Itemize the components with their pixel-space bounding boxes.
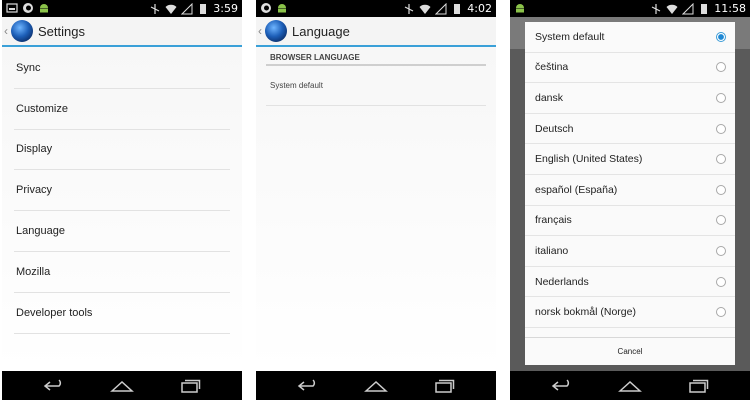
back-caret-icon[interactable]: ‹ (258, 24, 264, 38)
recents-icon[interactable] (431, 379, 457, 393)
status-time: 4:02 (467, 2, 492, 15)
settings-item-sync[interactable]: Sync (14, 48, 230, 89)
radio-icon[interactable] (716, 62, 726, 73)
radio-selected-icon[interactable] (716, 31, 726, 42)
home-icon[interactable] (617, 379, 643, 393)
wifi-icon (165, 4, 177, 14)
language-label: español (España) (535, 183, 618, 196)
section-header: BROWSER LANGUAGE (266, 51, 486, 66)
status-bar: 3:59 (2, 0, 242, 17)
language-option[interactable]: System default (525, 22, 735, 53)
android-icon (40, 4, 48, 13)
firefox-icon (23, 3, 33, 13)
settings-list: Sync Customize Display Privacy Language … (2, 48, 242, 334)
language-content: BROWSER LANGUAGE System default (256, 48, 496, 371)
language-label: italiano (535, 244, 569, 257)
navigation-bar (256, 371, 496, 400)
action-bar: ‹ Language (256, 17, 496, 47)
action-bar: ‹ Settings (2, 17, 242, 47)
home-icon[interactable] (109, 379, 135, 393)
settings-item-mozilla[interactable]: Mozilla (14, 252, 230, 293)
dialog-footer: Cancel (525, 337, 735, 365)
language-label: English (United States) (535, 153, 643, 166)
android-icon (516, 4, 524, 13)
settings-item-developer-tools[interactable]: Developer tools (14, 293, 230, 334)
language-option[interactable]: dansk (525, 83, 735, 114)
recents-icon[interactable] (685, 379, 711, 393)
language-option[interactable]: français (525, 206, 735, 237)
battery-icon (454, 3, 461, 14)
back-icon[interactable] (295, 378, 321, 393)
language-dialog: System default čeština dansk Deutsch Eng… (525, 22, 735, 365)
language-label: čeština (535, 61, 569, 74)
status-time: 3:59 (213, 2, 238, 15)
no-gps-icon (652, 3, 661, 14)
language-option[interactable]: español (España) (525, 175, 735, 206)
radio-icon[interactable] (716, 215, 726, 226)
settings-screen: 3:59 ‹ Settings Sync Customize Display P… (2, 0, 242, 400)
screenshot-icon (6, 3, 18, 13)
firefox-globe-icon[interactable] (11, 20, 33, 42)
settings-item-display[interactable]: Display (14, 130, 230, 171)
radio-icon[interactable] (716, 245, 726, 256)
language-label: Nederlands (535, 275, 589, 288)
settings-item-customize[interactable]: Customize (14, 89, 230, 130)
settings-content: Sync Customize Display Privacy Language … (2, 48, 242, 371)
back-icon[interactable] (41, 378, 67, 393)
navigation-bar (510, 371, 750, 400)
settings-item-language[interactable]: Language (14, 211, 230, 252)
browser-language-setting[interactable]: System default (266, 66, 486, 106)
recents-icon[interactable] (177, 379, 203, 393)
language-option[interactable]: English (United States) (525, 144, 735, 175)
navigation-bar (2, 371, 242, 400)
cancel-button[interactable]: Cancel (618, 347, 643, 356)
status-bar: 4:02 (256, 0, 496, 17)
radio-icon[interactable] (716, 92, 726, 103)
language-label: français (535, 214, 572, 227)
language-label: norsk bokmål (Norge) (535, 306, 636, 319)
wifi-icon (419, 4, 431, 14)
language-option[interactable]: Deutsch (525, 114, 735, 145)
signal-icon (682, 2, 694, 14)
no-gps-icon (405, 3, 414, 14)
radio-icon[interactable] (716, 276, 726, 287)
no-gps-icon (151, 3, 160, 14)
language-list: System default čeština dansk Deutsch Eng… (525, 22, 735, 328)
language-picker-screen: 11:58 System default čeština dansk Deuts… (510, 0, 750, 400)
firefox-icon (261, 3, 271, 13)
language-option[interactable]: čeština (525, 53, 735, 84)
settings-item-privacy[interactable]: Privacy (14, 170, 230, 212)
status-bar: 11:58 (510, 0, 750, 17)
radio-icon[interactable] (716, 184, 726, 195)
signal-icon (435, 2, 447, 14)
status-time: 11:58 (714, 2, 746, 15)
battery-icon (200, 3, 207, 14)
wifi-icon (666, 4, 678, 14)
signal-icon (181, 2, 193, 14)
language-screen: 4:02 ‹ Language BROWSER LANGUAGE System … (256, 0, 496, 400)
language-option[interactable]: norsk bokmål (Norge) (525, 297, 735, 328)
back-icon[interactable] (549, 378, 575, 393)
page-title: Language (292, 23, 350, 39)
home-icon[interactable] (363, 379, 389, 393)
back-caret-icon[interactable]: ‹ (4, 24, 10, 38)
battery-icon (701, 3, 708, 14)
language-label: dansk (535, 91, 564, 104)
radio-icon[interactable] (716, 154, 726, 165)
page-title: Settings (38, 23, 85, 39)
language-label: System default (535, 30, 605, 43)
language-label: Deutsch (535, 122, 574, 135)
firefox-globe-icon[interactable] (265, 20, 287, 42)
language-option[interactable]: Nederlands (525, 267, 735, 298)
radio-icon[interactable] (716, 307, 726, 318)
radio-icon[interactable] (716, 123, 726, 134)
language-option[interactable]: italiano (525, 236, 735, 267)
android-icon (278, 4, 286, 13)
